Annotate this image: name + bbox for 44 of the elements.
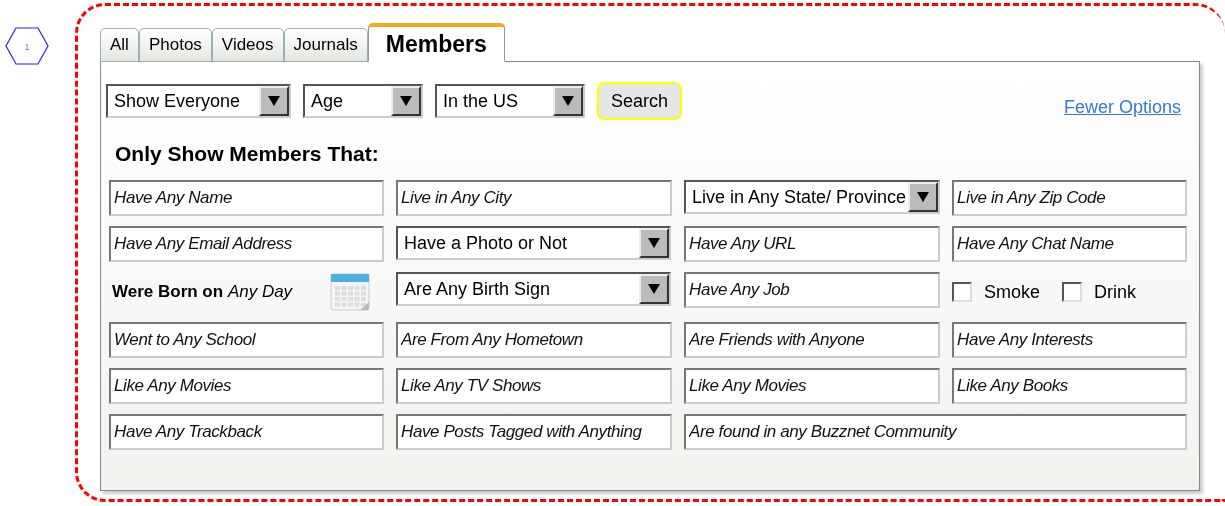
tab[interactable]: Members [367,23,505,62]
text-field[interactable]: Have Any URL [684,226,940,262]
checkbox-label: Smoke [984,281,1041,303]
text-field[interactable]: Have Any Interests [952,322,1187,358]
fewer-options-link[interactable]: Fewer Options [1063,96,1181,118]
text-field[interactable]: Went to Any School [109,322,384,358]
text-field[interactable]: Are From Any Hometown [396,322,672,358]
section-heading: Only Show Members That: [115,142,380,166]
filter-dropdown[interactable]: Show Everyone [106,84,291,118]
dropdown[interactable]: Have a Photo or Not [396,226,671,260]
text-field[interactable]: Have Posts Tagged with Anything [396,414,672,450]
dropdown[interactable]: Are Any Birth Sign [396,272,671,306]
tab[interactable]: Photos [138,28,212,62]
caret-icon [562,96,574,106]
checkbox[interactable] [1062,282,1083,302]
caret-icon [648,238,660,248]
text-field[interactable]: Have Any Chat Name [952,226,1187,262]
birth-date-label: Were Born on Any Day [112,282,293,302]
dropdown[interactable]: Live in Any State/ Province [684,180,940,214]
search-button[interactable]: Search [597,82,683,120]
text-field[interactable]: Live in Any Zip Code [952,180,1187,216]
tab[interactable]: All [100,28,139,62]
checkbox[interactable] [952,282,972,302]
text-field[interactable]: Live in Any City [396,180,672,216]
filter-dropdown[interactable]: Age [303,84,423,118]
text-field[interactable]: Have Any Trackback [109,414,384,450]
text-field[interactable]: Like Any Books [952,368,1187,404]
text-field[interactable]: Have Any Email Address [109,226,384,262]
caret-icon [400,96,412,106]
text-field[interactable]: Like Any Movies [109,368,384,404]
text-field[interactable]: Are Friends with Anyone [684,322,940,358]
caret-icon [917,192,929,202]
text-field[interactable]: Have Any Job [684,272,940,308]
caret-icon [268,96,280,106]
checkbox-label: Drink [1094,281,1137,303]
text-field[interactable]: Like Any TV Shows [396,368,672,404]
text-field[interactable]: Have Any Name [109,180,384,216]
tab[interactable]: Journals [283,28,368,62]
text-field[interactable]: Are found in any Buzznet Community [684,414,1187,450]
tab[interactable]: Videos [211,28,284,62]
caret-icon [648,284,660,294]
numbered-hexagon-marker: 1 [5,27,49,65]
filter-dropdown[interactable]: In the US [435,84,585,118]
text-field[interactable]: Like Any Movies [684,368,940,404]
